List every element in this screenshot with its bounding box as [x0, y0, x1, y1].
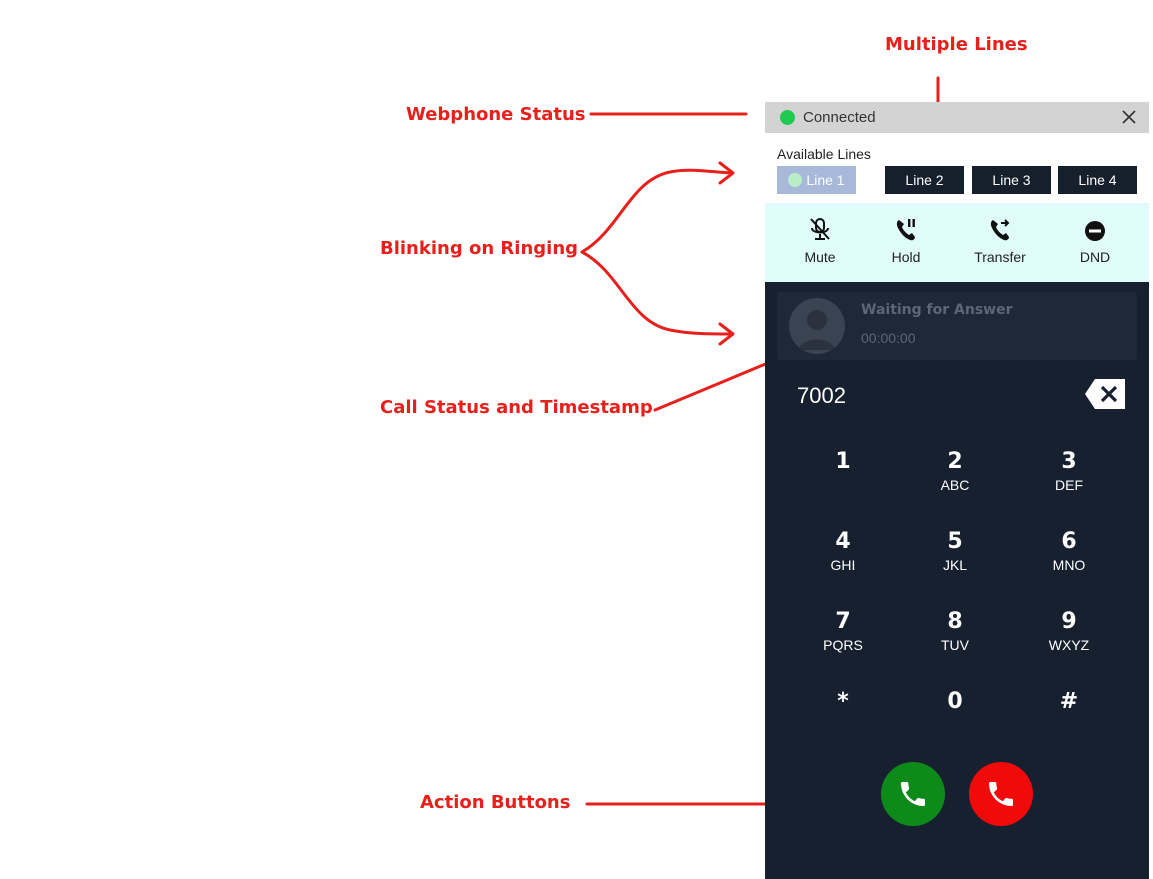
mute-label: Mute — [804, 249, 836, 265]
key-6[interactable]: 6 MNO — [1024, 528, 1114, 588]
phone-forward-icon — [990, 219, 1010, 241]
hold-label: Hold — [891, 249, 921, 265]
annotation-blinking-on-ringing: Blinking on Ringing — [380, 238, 579, 259]
key-digit: 8 — [947, 609, 963, 634]
key-letters: JKL — [942, 557, 968, 573]
key-hash[interactable]: # — [1024, 688, 1114, 748]
line-active-indicator — [788, 173, 803, 187]
call-controls: Mute Hold Transfer DND — [765, 203, 1149, 282]
key-letters: GHI — [830, 557, 856, 573]
phone-icon — [901, 782, 925, 806]
key-digit: 6 — [1061, 529, 1077, 554]
status-indicator — [780, 110, 795, 125]
line-label: Line 3 — [992, 172, 1031, 188]
phone-pause-icon — [896, 219, 915, 241]
call-timer: 00:00:00 — [861, 330, 916, 346]
close-button[interactable] — [1119, 107, 1139, 127]
line-3-button[interactable]: Line 3 — [972, 166, 1051, 194]
line-label: Line 4 — [1078, 172, 1117, 188]
available-lines-label: Available Lines — [777, 146, 871, 162]
key-letters: MNO — [1052, 557, 1086, 573]
key-5[interactable]: 5 JKL — [910, 528, 1000, 588]
annotation-multiple-lines: Multiple Lines — [885, 34, 1028, 55]
key-digit: # — [1059, 689, 1079, 714]
key-7[interactable]: 7 PQRS — [798, 608, 888, 668]
hold-button[interactable]: Hold — [866, 217, 946, 265]
line-selector: Line 1 Line 2 Line 3 Line 4 — [777, 166, 1137, 194]
phone-hangup-icon — [989, 782, 1013, 806]
key-1[interactable]: 1 — [798, 448, 888, 508]
dialed-number[interactable]: 7002 — [797, 383, 846, 409]
call-status-card: Waiting for Answer 00:00:00 — [777, 292, 1137, 360]
call-status-text: Waiting for Answer — [861, 302, 1013, 318]
mute-button[interactable]: Mute — [780, 217, 860, 265]
annotation-call-status: Call Status and Timestamp — [380, 397, 653, 418]
line-1-button[interactable]: Line 1 — [777, 166, 856, 194]
key-digit: * — [837, 689, 849, 714]
annotation-webphone-status: Webphone Status — [406, 104, 586, 125]
hangup-button[interactable] — [969, 762, 1033, 826]
key-star[interactable]: * — [798, 688, 888, 748]
key-8[interactable]: 8 TUV — [910, 608, 1000, 668]
line-2-button[interactable]: Line 2 — [885, 166, 964, 194]
key-digit: 2 — [947, 449, 963, 474]
close-icon — [1122, 110, 1136, 124]
key-letters: ABC — [940, 477, 970, 493]
dnd-label: DND — [1079, 249, 1111, 265]
key-digit: 7 — [835, 609, 851, 634]
key-0[interactable]: 0 — [910, 688, 1000, 748]
key-digit: 1 — [835, 449, 851, 474]
dialer-panel: Waiting for Answer 00:00:00 7002 1 2 ABC… — [765, 282, 1149, 879]
key-letters: TUV — [941, 637, 969, 653]
microphone-off-icon — [810, 218, 830, 240]
line-label: Line 2 — [905, 172, 944, 188]
transfer-button[interactable]: Transfer — [960, 217, 1040, 265]
key-9[interactable]: 9 WXYZ — [1024, 608, 1114, 668]
key-4[interactable]: 4 GHI — [798, 528, 888, 588]
key-digit: 0 — [947, 689, 963, 714]
key-3[interactable]: 3 DEF — [1024, 448, 1114, 508]
avatar — [789, 298, 845, 354]
annotation-action-buttons: Action Buttons — [420, 792, 571, 813]
key-letters: WXYZ — [1048, 637, 1090, 653]
user-icon — [799, 310, 835, 350]
call-button[interactable] — [881, 762, 945, 826]
backspace-button[interactable] — [1083, 379, 1127, 409]
key-2[interactable]: 2 ABC — [910, 448, 1000, 508]
line-label: Line 1 — [806, 172, 845, 188]
key-letters: PQRS — [823, 637, 863, 653]
status-text: Connected — [803, 109, 876, 126]
minus-circle-icon — [1085, 221, 1105, 241]
status-bar: Connected — [765, 102, 1149, 133]
key-digit: 3 — [1061, 449, 1077, 474]
webphone-panel: Connected Available Lines Line 1 Line 2 … — [765, 102, 1149, 879]
backspace-icon — [1085, 379, 1125, 409]
line-4-button[interactable]: Line 4 — [1058, 166, 1137, 194]
key-digit: 5 — [947, 529, 963, 554]
transfer-label: Transfer — [974, 249, 1026, 265]
key-digit: 9 — [1061, 609, 1077, 634]
key-digit: 4 — [835, 529, 851, 554]
dnd-button[interactable]: DND — [1055, 217, 1135, 265]
key-letters: DEF — [1055, 477, 1083, 493]
